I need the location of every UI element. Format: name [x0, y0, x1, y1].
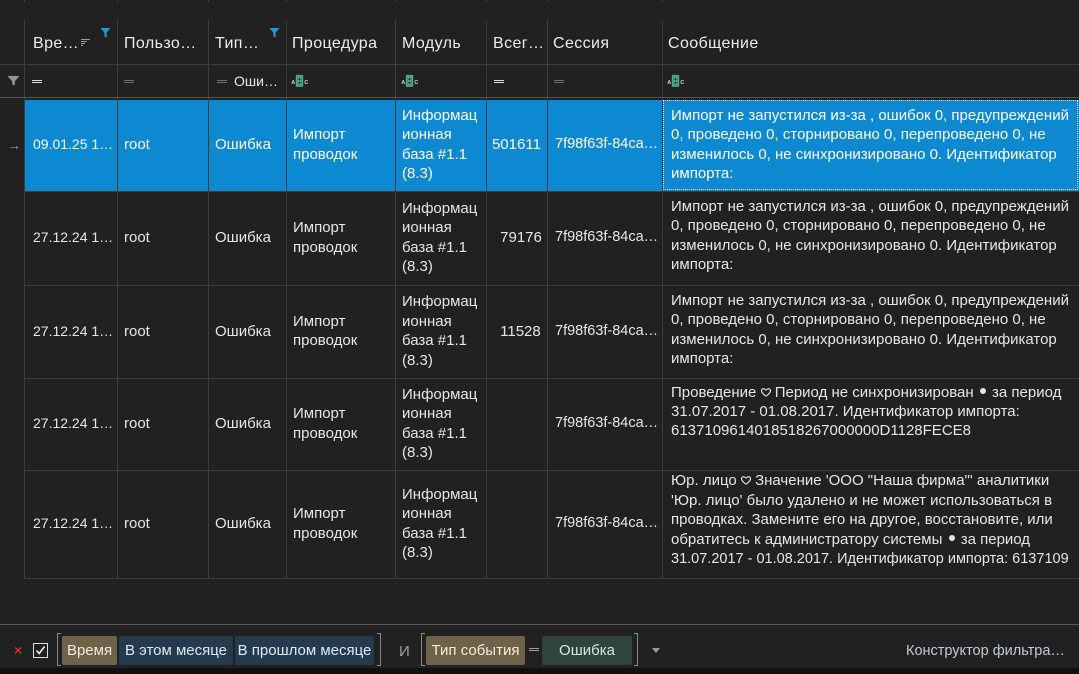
svg-text:A: A	[401, 80, 405, 86]
svg-text:C: C	[680, 80, 684, 86]
svg-text:A: A	[667, 80, 671, 86]
svg-text:A: A	[291, 80, 295, 86]
svg-text:C: C	[414, 80, 418, 86]
svg-text:C: C	[304, 80, 308, 86]
